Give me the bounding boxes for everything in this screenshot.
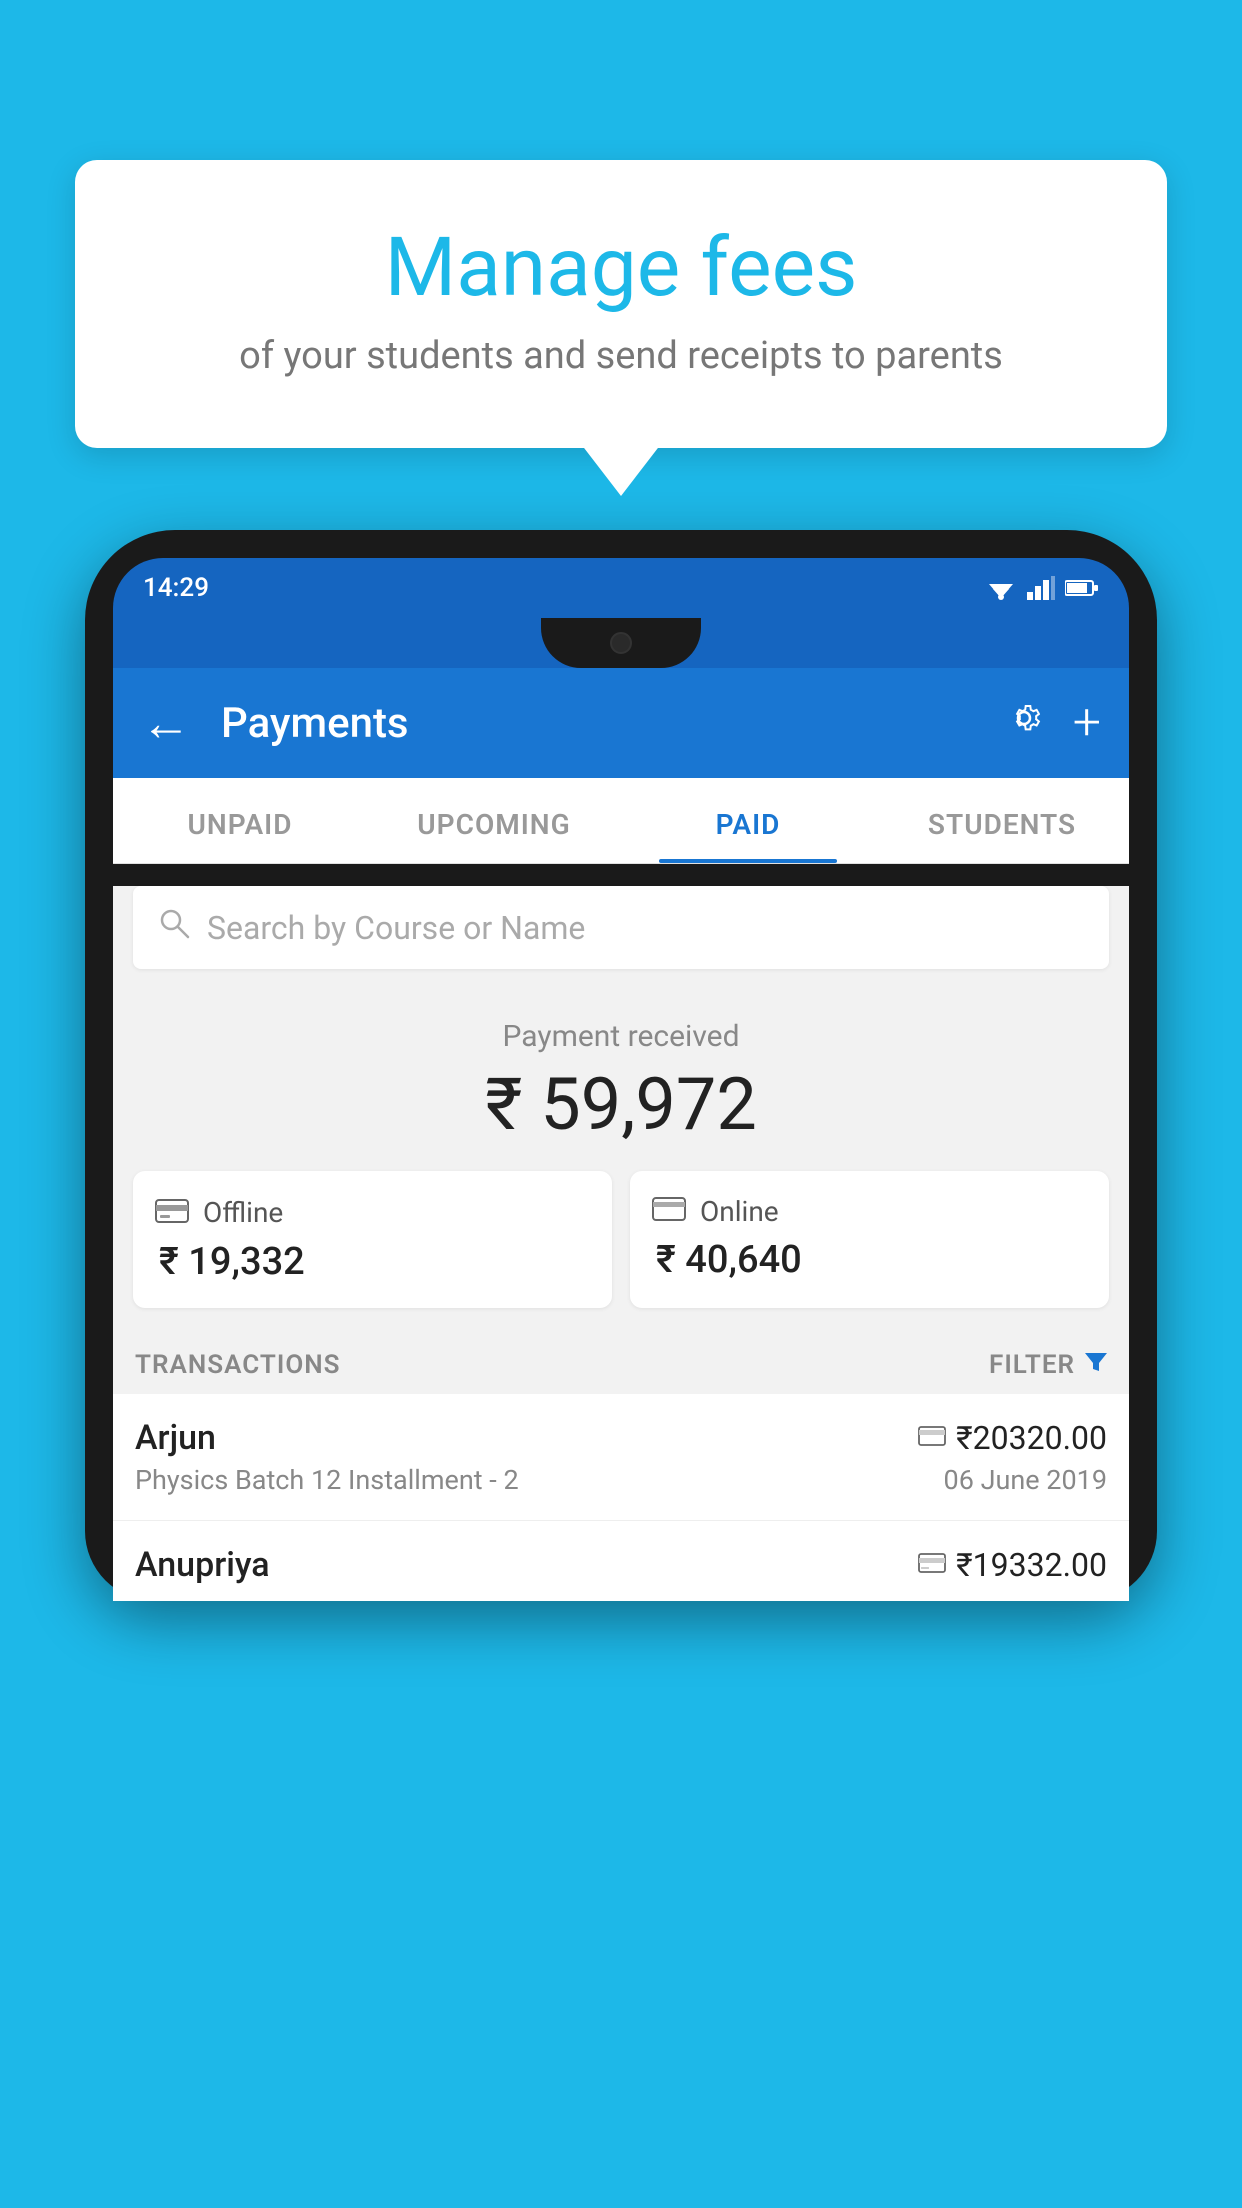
filter-button[interactable]: FILTER [989,1350,1107,1380]
online-card: Online ₹ 40,640 [630,1171,1109,1308]
camera [610,632,632,654]
filter-label: FILTER [989,1350,1075,1380]
app-bar-title: Payments [221,699,983,748]
online-card-top: Online [652,1195,1087,1228]
transaction-row-partial[interactable]: Anupriya ₹19332.00 [113,1521,1129,1601]
transaction-amount-wrap-2: ₹19332.00 [918,1546,1107,1584]
tab-upcoming[interactable]: UPCOMING [367,778,621,863]
offline-card: Offline ₹ 19,332 [133,1171,612,1308]
offline-amount: ₹ 19,332 [155,1240,590,1284]
payment-received-section: Payment received ₹ 59,972 [113,991,1129,1171]
offline-icon [155,1195,189,1230]
transaction-icon-online [918,1423,946,1453]
payment-cards-row: Offline ₹ 19,332 Online ₹ 4 [113,1171,1129,1332]
transaction-amount-wrap: ₹20320.00 [918,1419,1107,1457]
wifi-icon [985,576,1017,600]
phone-outer: 14:29 [85,530,1157,1601]
app-bar-icons: + [1003,694,1101,752]
transaction-icon-offline [918,1550,946,1580]
screen-content: Search by Course or Name Payment receive… [113,886,1129,1601]
transactions-header: TRANSACTIONS FILTER [113,1332,1129,1394]
transaction-date: 06 June 2019 [944,1464,1107,1496]
online-icon [652,1195,686,1228]
transaction-name-2: Anupriya [135,1545,270,1585]
transaction-top-2: Anupriya ₹19332.00 [135,1545,1107,1585]
tab-unpaid[interactable]: UNPAID [113,778,367,863]
search-input[interactable]: Search by Course or Name [207,909,1085,947]
speech-bubble: Manage fees of your students and send re… [75,160,1167,448]
transaction-top: Arjun ₹20320.00 [135,1418,1107,1458]
transaction-amount-2: ₹19332.00 [956,1546,1107,1584]
transaction-course: Physics Batch 12 Installment - 2 [135,1464,519,1496]
tab-bar: UNPAID UPCOMING PAID STUDENTS [113,778,1129,864]
payment-received-label: Payment received [133,1019,1109,1054]
online-amount: ₹ 40,640 [652,1238,1087,1282]
status-icons [985,576,1099,600]
search-icon [157,906,191,949]
phone-mockup: 14:29 [85,530,1157,2208]
tab-students[interactable]: STUDENTS [875,778,1129,863]
tab-paid[interactable]: PAID [621,778,875,863]
online-label: Online [700,1195,779,1228]
app-bar: ← Payments + [113,668,1129,778]
add-button[interactable]: + [1073,694,1101,752]
signal-icon [1027,576,1055,600]
offline-card-top: Offline [155,1195,590,1230]
status-bar: 14:29 [113,558,1129,614]
speech-bubble-subtitle: of your students and send receipts to pa… [125,334,1117,378]
status-time: 14:29 [143,573,209,603]
settings-icon[interactable] [1003,697,1045,750]
payment-received-amount: ₹ 59,972 [133,1062,1109,1147]
notch [541,618,701,668]
transactions-label: TRANSACTIONS [135,1350,341,1380]
battery-icon [1065,578,1099,598]
transaction-name: Arjun [135,1418,216,1458]
transaction-details: Physics Batch 12 Installment - 2 06 June… [135,1464,1107,1496]
filter-icon [1085,1351,1107,1379]
offline-label: Offline [203,1196,283,1229]
transaction-row[interactable]: Arjun ₹20320.00 Physics Batch 12 Install… [113,1394,1129,1521]
speech-bubble-title: Manage fees [125,220,1117,316]
back-button[interactable]: ← [141,694,191,753]
search-container[interactable]: Search by Course or Name [133,886,1109,969]
transaction-amount: ₹20320.00 [956,1419,1107,1457]
notch-area [113,614,1129,668]
